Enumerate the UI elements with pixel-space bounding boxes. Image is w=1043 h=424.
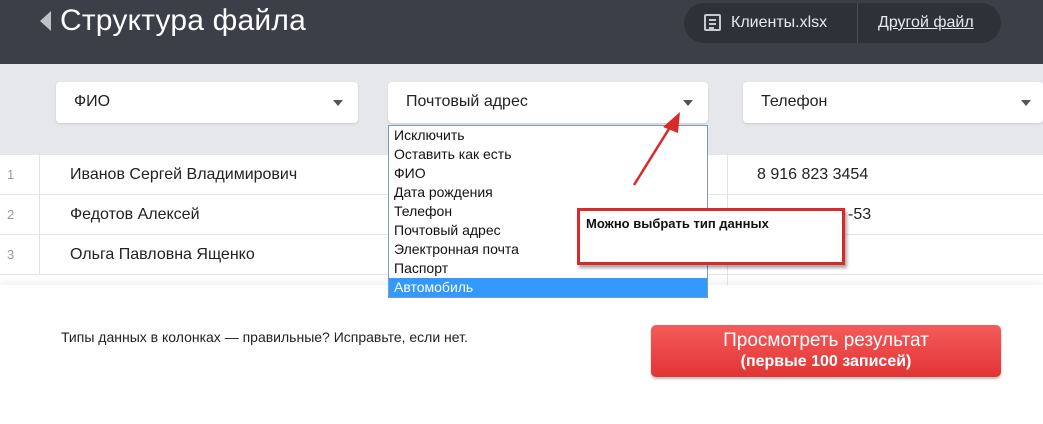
row-number: 3 — [0, 235, 40, 275]
button-label: Просмотреть результат — [723, 330, 929, 351]
cell-fio: Ольга Павловна Ященко — [70, 246, 255, 263]
select-value: ФИО — [74, 93, 111, 110]
app-header: Структура файла Клиенты.xlsx Другой файл — [0, 0, 1043, 64]
dropdown-option-highlighted[interactable]: Автомобиль — [389, 278, 707, 297]
row-number: 2 — [0, 195, 40, 235]
page: Структура файла Клиенты.xlsx Другой файл… — [0, 0, 1043, 424]
chevron-down-icon — [333, 100, 343, 106]
hint-text: Типы данных в колонках — правильные? Исп… — [61, 329, 468, 345]
cell-phone: -53 — [848, 206, 872, 223]
other-file-link[interactable]: Другой файл — [878, 14, 974, 32]
annotation-arrow-icon — [632, 112, 680, 186]
column-1-type-select[interactable]: ФИО — [56, 82, 358, 123]
view-result-button[interactable]: Просмотреть результат (первые 100 записе… — [651, 325, 1001, 377]
select-value: Почтовый адрес — [406, 93, 528, 110]
select-value: Телефон — [761, 93, 828, 110]
back-arrow-icon[interactable] — [40, 11, 51, 31]
file-switcher: Клиенты.xlsx Другой файл — [684, 3, 1001, 43]
button-sublabel: (первые 100 записей) — [740, 353, 912, 370]
current-file-name: Клиенты.xlsx — [731, 14, 828, 31]
divider — [857, 3, 858, 43]
cell-phone: 8 916 823 3454 — [757, 166, 869, 183]
cell-fio: Федотов Алексей — [70, 206, 200, 223]
row-number: 1 — [0, 155, 40, 195]
page-title: Структура файла — [60, 4, 306, 37]
annotation-callout: Можно выбрать тип данных — [577, 208, 845, 265]
document-icon — [704, 14, 721, 31]
column-3-type-select[interactable]: Телефон — [743, 82, 1043, 123]
chevron-down-icon — [1021, 100, 1031, 106]
cell-fio: Иванов Сергей Владимирович — [70, 166, 298, 183]
